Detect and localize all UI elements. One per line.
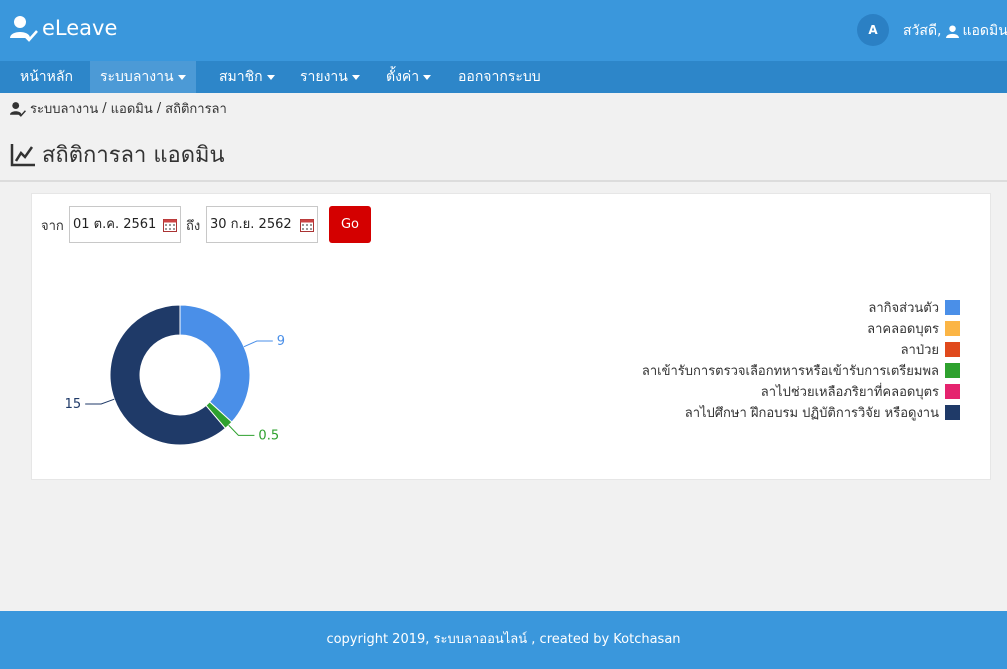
menu-leave-system[interactable]: ระบบลางาน (90, 61, 196, 93)
legend-label: ลาเข้ารับการตรวจเลือกทหารหรือเข้ารับการเ… (641, 364, 939, 379)
user-greeting[interactable]: สวัสดี, แอดมิน (903, 20, 1007, 42)
menu-home-label: หน้าหลัก (20, 69, 73, 85)
legend-item[interactable]: ลาไปศึกษา ฝึกอบรม ปฏิบัติการวิจัย หรือดู… (642, 402, 960, 423)
legend-swatch (945, 405, 960, 420)
legend-item[interactable]: ลาคลอดบุตร (642, 318, 960, 339)
top-bar: eLeave A สวัสดี, แอดมิน (0, 0, 1007, 61)
breadcrumb: ระบบลางาน / แอดมิน / สถิติการลา (10, 98, 227, 119)
menu-settings-label: ตั้งค่า (386, 69, 420, 85)
greeting-text: สวัสดี, (903, 23, 942, 39)
data-label: 0.5 (258, 428, 279, 443)
brand[interactable]: eLeave (10, 14, 117, 42)
go-button[interactable]: Go (329, 206, 371, 243)
data-label-leader (243, 340, 273, 348)
footer-text: copyright 2019, ระบบลาออนไลน์ , created … (326, 632, 681, 647)
pie-slice[interactable] (179, 304, 251, 423)
go-button-label: Go (340, 217, 360, 232)
breadcrumb-item[interactable]: แอดมิน (111, 98, 153, 119)
language-icon: A (868, 23, 878, 37)
data-label-leader (228, 424, 255, 436)
caret-down-icon (351, 74, 360, 80)
legend-swatch (945, 321, 960, 336)
legend-item[interactable]: ลากิจส่วนตัว (642, 297, 960, 318)
caret-down-icon (423, 74, 432, 80)
menu-home[interactable]: หน้าหลัก (10, 61, 83, 93)
menu-members[interactable]: สมาชิก (209, 61, 285, 93)
brand-name: eLeave (42, 16, 118, 40)
menu-reports-label: รายงาน (300, 69, 348, 85)
page-title: สถิติการลา แอดมิน (10, 137, 225, 172)
caret-down-icon (266, 74, 275, 80)
title-divider (0, 180, 1007, 182)
user-name: แอดมิน (962, 23, 1007, 39)
legend-item[interactable]: ลาป่วย (642, 339, 960, 360)
legend-swatch (945, 363, 960, 378)
legend-label: ลาไปศึกษา ฝึกอบรม ปฏิบัติการวิจัย หรือดู… (684, 406, 939, 421)
menu-reports[interactable]: รายงาน (290, 61, 370, 93)
menu-members-label: สมาชิก (219, 69, 263, 85)
breadcrumb-item[interactable]: ระบบลางาน (30, 98, 98, 119)
legend-label: ลากิจส่วนตัว (868, 301, 939, 316)
user-check-icon (10, 101, 26, 117)
caret-down-icon (177, 74, 186, 80)
legend-label: ลาป่วย (900, 343, 939, 358)
legend-item[interactable]: ลาไปช่วยเหลือภริยาที่คลอดบุตร (642, 381, 960, 402)
menu-logout-label: ออกจากระบบ (458, 69, 541, 85)
breadcrumb-separator: / (102, 101, 107, 116)
data-label: 15 (65, 397, 82, 412)
line-chart-icon (10, 143, 35, 166)
page-title-text: สถิติการลา แอดมิน (42, 143, 225, 168)
legend-item[interactable]: ลาเข้ารับการตรวจเลือกทหารหรือเข้ารับการเ… (642, 360, 960, 381)
user-icon (945, 24, 959, 38)
menu-settings[interactable]: ตั้งค่า (376, 61, 441, 93)
legend-label: ลาไปช่วยเหลือภริยาที่คลอดบุตร (760, 385, 939, 400)
data-label: 9 (277, 334, 285, 349)
legend-swatch (945, 342, 960, 357)
footer: copyright 2019, ระบบลาออนไลน์ , created … (0, 611, 1007, 669)
breadcrumb-separator: / (156, 101, 162, 116)
breadcrumb-current: สถิติการลา (165, 102, 227, 117)
menu-leave-system-label: ระบบลางาน (100, 69, 174, 85)
chart-legend: ลากิจส่วนตัวลาคลอดบุตรลาป่วยลาเข้ารับการ… (642, 297, 960, 423)
main-menu: หน้าหลัก ระบบลางาน สมาชิก รายงาน ตั้งค่า… (0, 61, 1007, 93)
leave-donut-chart: 9 0.5 15 (65, 304, 285, 446)
language-switch-button[interactable]: A (857, 14, 889, 46)
legend-swatch (945, 384, 960, 399)
menu-logout[interactable]: ออกจากระบบ (448, 61, 551, 93)
stats-card: จาก 01 ต.ค. 2561 ถึง 30 ก.ย. 2562 Go 9 0.… (31, 193, 991, 480)
legend-label: ลาคลอดบุตร (867, 322, 939, 337)
user-check-icon (10, 16, 38, 42)
data-label-leader (85, 398, 115, 405)
legend-swatch (945, 300, 960, 315)
